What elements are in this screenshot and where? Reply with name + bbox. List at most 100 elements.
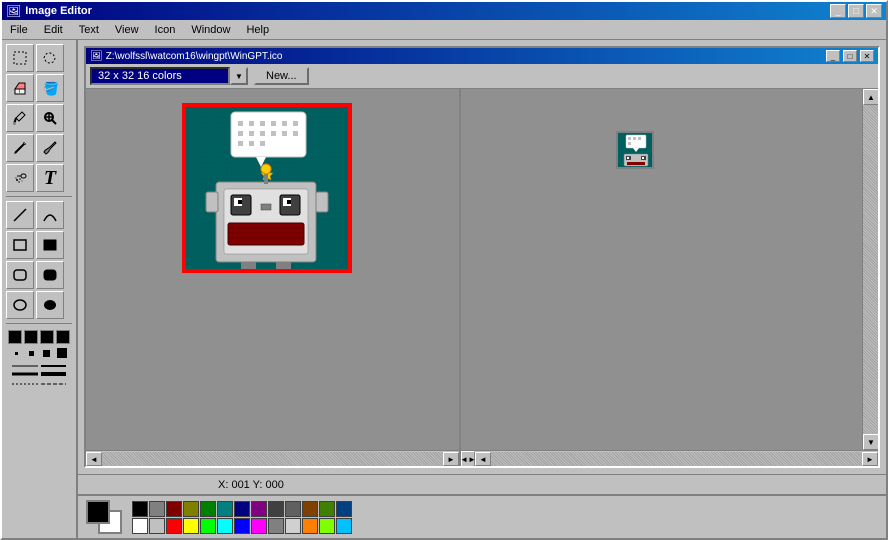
color-dark-teal[interactable] (217, 501, 233, 517)
doc-title: Z:\wolfssl\watcom16\wingpt\WinGPT.ico (106, 51, 823, 62)
svg-text:🪣: 🪣 (43, 81, 58, 96)
doc-toolbar: 32 x 32 16 colors ▼ New... (86, 64, 878, 89)
fill-tool[interactable]: 🪣 (36, 74, 64, 102)
scroll-track-v[interactable] (863, 105, 878, 434)
color-gray3[interactable] (268, 518, 284, 534)
document-window: 🖼 Z:\wolfssl\watcom16\wingpt\WinGPT.ico … (84, 46, 880, 468)
color-green[interactable] (200, 518, 216, 534)
maximize-button[interactable]: □ (848, 4, 864, 18)
rect-fill-tool[interactable] (36, 231, 64, 259)
icon-preview (616, 131, 654, 169)
size-select[interactable]: 32 x 32 16 colors (90, 67, 230, 85)
zoom-tool[interactable] (36, 104, 64, 132)
color-yellow[interactable] (183, 518, 199, 534)
vertical-scrollbar[interactable]: ▲ ▼ (862, 89, 878, 450)
foreground-color-box[interactable] (86, 500, 110, 524)
line-tool[interactable] (6, 201, 34, 229)
right-hscroll[interactable]: ◄ ► (475, 451, 878, 466)
coord-display: X: 001 Y: 000 (218, 479, 284, 491)
rect-outline-tool[interactable] (6, 231, 34, 259)
size-small-filled[interactable] (8, 330, 22, 344)
color-cyan[interactable] (217, 518, 233, 534)
size-select-container: 32 x 32 16 colors ▼ (90, 67, 248, 85)
title-bar: 🖼 Image Editor _ □ ✕ (2, 2, 886, 20)
canvas-area: ▲ ▼ ◄ ► (86, 89, 878, 466)
color-dark-gray[interactable] (149, 501, 165, 517)
ellipse-outline-tool[interactable] (6, 291, 34, 319)
color-sky-blue[interactable] (336, 518, 352, 534)
hscroll-right-left-btn[interactable]: ◄ (475, 452, 491, 466)
color-dark-blue[interactable] (234, 501, 250, 517)
color-dark-purple[interactable] (251, 501, 267, 517)
color-black[interactable] (132, 501, 148, 517)
menu-file[interactable]: File (2, 22, 36, 38)
app-icon: 🖼 (6, 4, 21, 18)
text-tool[interactable]: T (36, 164, 64, 192)
toolbar: 🪣 (2, 40, 78, 538)
bottom-section: X: 001 Y: 000 (78, 474, 886, 538)
size-xlarge-filled[interactable] (56, 330, 70, 344)
pixel-canvas-container[interactable] (182, 103, 352, 273)
color-dark-gray2[interactable] (268, 501, 284, 517)
color-olive[interactable] (319, 501, 335, 517)
hscroll-left-btn[interactable]: ◄ (86, 452, 102, 466)
menu-view[interactable]: View (107, 22, 147, 38)
size-large-filled[interactable] (40, 330, 54, 344)
color-orange[interactable] (302, 518, 318, 534)
brush-size-area (6, 328, 72, 392)
size-medium-filled[interactable] (24, 330, 38, 344)
ellipse-fill-tool[interactable] (36, 291, 64, 319)
color-steel-blue[interactable] (336, 501, 352, 517)
rounded-rect-outline-tool[interactable] (6, 261, 34, 289)
hscroll-right-btn[interactable]: ► (443, 452, 459, 466)
doc-close-btn[interactable]: ✕ (860, 50, 874, 62)
scroll-down-btn[interactable]: ▼ (863, 434, 878, 450)
color-dark-red[interactable] (166, 501, 182, 517)
doc-minimize-btn[interactable]: _ (826, 50, 840, 62)
color-light-gray[interactable] (149, 518, 165, 534)
color-white[interactable] (132, 518, 148, 534)
color-gray2[interactable] (285, 501, 301, 517)
hscroll-right-right-btn[interactable]: ► (862, 452, 878, 466)
new-button[interactable]: New... (254, 67, 309, 85)
left-hscroll[interactable]: ◄ ► (86, 451, 461, 466)
doc-title-bar: 🖼 Z:\wolfssl\watcom16\wingpt\WinGPT.ico … (86, 48, 878, 64)
status-bar: X: 001 Y: 000 (78, 474, 886, 494)
right-content: 🖼 Z:\wolfssl\watcom16\wingpt\WinGPT.ico … (78, 40, 886, 538)
minimize-button[interactable]: _ (830, 4, 846, 18)
color-dark-green[interactable] (200, 501, 216, 517)
eraser-tool[interactable] (6, 74, 34, 102)
close-button[interactable]: ✕ (866, 4, 882, 18)
split-handle[interactable]: ◄► (461, 451, 475, 466)
doc-maximize-btn[interactable]: □ (843, 50, 857, 62)
curve-tool[interactable] (36, 201, 64, 229)
color-yellow-green[interactable] (319, 518, 335, 534)
select-free-tool[interactable] (36, 44, 64, 72)
app-window: 🖼 Image Editor _ □ ✕ File Edit Text View… (0, 0, 888, 540)
main-content: 🪣 (2, 40, 886, 538)
brush-tool[interactable] (36, 134, 64, 162)
color-brown[interactable] (302, 501, 318, 517)
color-red[interactable] (166, 518, 182, 534)
select-rect-tool[interactable] (6, 44, 34, 72)
color-silver[interactable] (285, 518, 301, 534)
dropdown-arrow[interactable]: ▼ (230, 67, 248, 85)
airbrush-tool[interactable] (6, 164, 34, 192)
pixel-canvas[interactable] (186, 107, 348, 269)
menu-text[interactable]: Text (71, 22, 107, 38)
app-title: Image Editor (25, 5, 826, 17)
menu-icon[interactable]: Icon (147, 22, 184, 38)
color-magenta[interactable] (251, 518, 267, 534)
palette-area (78, 494, 886, 538)
text-tool-label: T (44, 167, 56, 190)
eyedropper-tool[interactable] (6, 104, 34, 132)
menu-edit[interactable]: Edit (36, 22, 71, 38)
color-blue[interactable] (234, 518, 250, 534)
pencil-tool[interactable] (6, 134, 34, 162)
rounded-rect-fill-tool[interactable] (36, 261, 64, 289)
color-dark-yellow[interactable] (183, 501, 199, 517)
menu-window[interactable]: Window (183, 22, 238, 38)
menu-help[interactable]: Help (238, 22, 277, 38)
scroll-up-btn[interactable]: ▲ (863, 89, 878, 105)
edit-pane (86, 89, 461, 450)
